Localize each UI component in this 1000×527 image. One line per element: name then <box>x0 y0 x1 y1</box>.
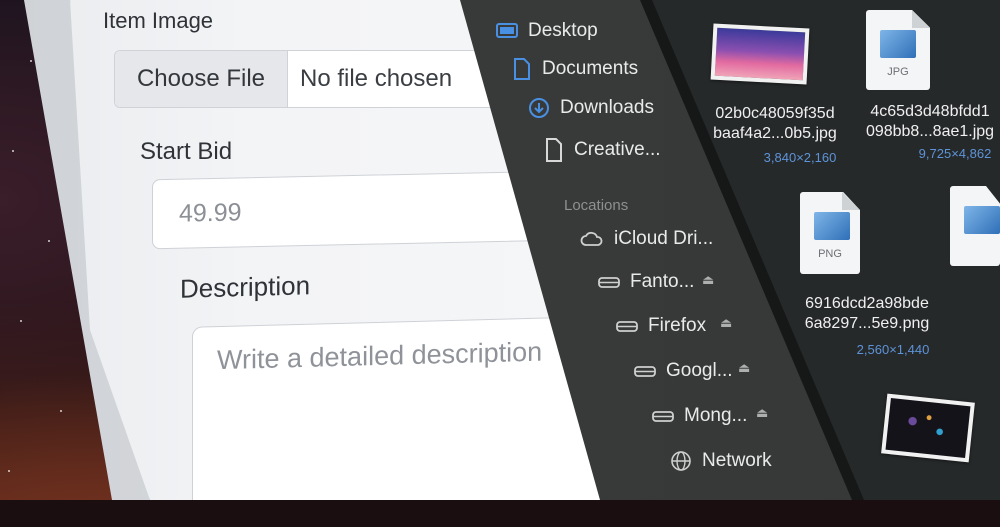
file-dimensions: 3,840×2,160 <box>763 150 837 165</box>
file-name-line: 098bb8...8ae1.jpg <box>865 123 995 140</box>
sidebar-item-desktop[interactable]: Desktop <box>496 20 598 42</box>
eject-icon[interactable]: ⏏ <box>702 272 714 288</box>
file-icon <box>544 138 564 162</box>
sidebar-item-label: Downloads <box>560 97 654 118</box>
sidebar-item-mongo[interactable]: Mong... <box>652 405 747 427</box>
globe-icon <box>670 450 692 472</box>
file-name[interactable]: 02b0c48059f35d baaf4a2...0b5.jpg <box>700 104 850 144</box>
sidebar-item-creative[interactable]: Creative... <box>544 138 661 162</box>
file-name-line: 02b0c48059f35d <box>715 105 835 122</box>
sidebar-item-firefox[interactable]: Firefox <box>616 315 706 337</box>
drive-icon <box>616 319 638 333</box>
eject-icon[interactable]: ⏏ <box>738 360 750 376</box>
sidebar-item-google[interactable]: Googl... <box>634 360 733 382</box>
sidebar-item-label: Documents <box>542 58 639 79</box>
file-name-line: 4c65d3d48bfdd1 <box>870 103 990 120</box>
download-icon <box>528 97 550 119</box>
drive-icon <box>598 275 620 289</box>
desktop-icon <box>496 22 518 40</box>
image-file-icon[interactable] <box>950 186 1000 266</box>
file-thumbnail[interactable] <box>881 393 975 463</box>
file-type-label: PNG <box>818 248 842 260</box>
sidebar-item-label: Googl... <box>666 360 733 381</box>
image-thumbnail <box>880 30 916 58</box>
star <box>20 320 22 322</box>
file-name-line: 6a8297...5e9.png <box>804 315 930 332</box>
sidebar-item-fanto[interactable]: Fanto... <box>598 271 694 293</box>
file-thumbnail[interactable] <box>710 23 810 85</box>
file-dimensions: 2,560×1,440 <box>856 342 930 357</box>
png-file-icon[interactable]: PNG <box>800 192 860 274</box>
sidebar-item-network[interactable]: Network <box>670 450 772 472</box>
sidebar-item-downloads[interactable]: Downloads <box>528 97 654 119</box>
star <box>60 410 62 412</box>
sidebar-item-label: Desktop <box>528 20 598 41</box>
eject-icon[interactable]: ⏏ <box>720 315 732 331</box>
choose-file-button[interactable]: Choose File <box>115 51 288 107</box>
image-thumbnail <box>964 206 1000 234</box>
file-name-line: 6916dcd2a98bde <box>805 295 929 312</box>
file-type-label: JPG <box>887 66 909 78</box>
file-dimensions: 9,725×4,862 <box>918 146 992 161</box>
sidebar-item-label: Fanto... <box>630 271 695 292</box>
sidebar-item-label: Network <box>702 450 772 471</box>
sidebar-item-label: Firefox <box>648 315 707 336</box>
cloud-icon <box>580 231 604 247</box>
document-icon <box>512 58 532 80</box>
star <box>8 470 10 472</box>
eject-icon[interactable]: ⏏ <box>756 405 768 421</box>
drive-icon <box>652 409 674 423</box>
sidebar-item-label: iCloud Dri... <box>614 228 714 249</box>
file-name[interactable]: 4c65d3d48bfdd1 098bb8...8ae1.jpg <box>860 102 1000 142</box>
locations-heading: Locations <box>564 197 629 214</box>
sidebar-item-label: Creative... <box>574 139 661 160</box>
page-fold <box>912 10 930 28</box>
star <box>30 60 32 62</box>
sidebar-item-icloud[interactable]: iCloud Dri... <box>580 228 713 250</box>
star <box>12 150 14 152</box>
item-image-label: Item Image <box>103 8 214 33</box>
start-bid-label: Start Bid <box>140 138 233 165</box>
page-fold <box>842 192 860 210</box>
file-name-line: baaf4a2...0b5.jpg <box>713 125 837 142</box>
file-name[interactable]: 6916dcd2a98bde 6a8297...5e9.png <box>792 294 942 334</box>
sidebar-item-documents[interactable]: Documents <box>512 58 638 80</box>
image-thumbnail <box>814 212 850 240</box>
drive-icon <box>634 364 656 378</box>
description-label: Description <box>180 270 311 304</box>
jpg-file-icon[interactable]: JPG <box>866 10 930 90</box>
file-status-text: No file chosen <box>300 65 453 92</box>
star <box>48 240 50 242</box>
sidebar-item-label: Mong... <box>684 405 748 426</box>
